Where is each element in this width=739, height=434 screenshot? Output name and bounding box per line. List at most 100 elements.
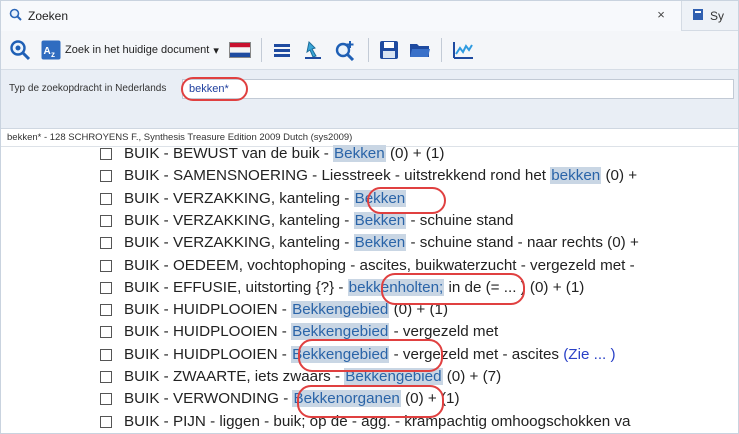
search-hit[interactable]: Bekken	[353, 234, 407, 252]
list-icon	[272, 40, 292, 60]
rubric-text: BUIK - BEWUST van de buik -	[124, 145, 334, 162]
list-item-text: BUIK - SAMENSNOERING - Liesstreek - uits…	[124, 165, 637, 187]
rubric-text: BUIK - HUIDPLOOIEN -	[124, 345, 292, 363]
save-button[interactable]	[379, 35, 399, 65]
search-hit[interactable]: Bekkenorganen	[292, 390, 401, 408]
list-item-text: BUIK - OEDEEM, vochtophoping - ascites, …	[124, 255, 635, 277]
list-item[interactable]: BUIK - VERWONDING - Bekkenorganen (0) + …	[1, 388, 738, 410]
tab-label: Zoeken	[28, 9, 69, 23]
rubric-text: BUIK - HUIDPLOOIEN -	[124, 301, 292, 319]
cross-reference-link[interactable]: (Zie ... )	[563, 346, 615, 363]
list-item[interactable]: BUIK - HUIDPLOOIEN - Bekkengebied - verg…	[1, 344, 738, 366]
search-hit[interactable]: bekkenholten;	[347, 278, 445, 296]
list-item[interactable]: BUIK - HUIDPLOOIEN - Bekkengebied - verg…	[1, 321, 738, 343]
search-in-document-button[interactable]: Az Zoek in het huidige document ▾	[41, 35, 219, 65]
language-button[interactable]	[228, 35, 251, 65]
list-item-text: BUIK - HUIDPLOOIEN - Bekkengebied - verg…	[124, 321, 498, 343]
search-in-document-label: Zoek in het huidige document	[65, 44, 210, 56]
rubric-suffix: (0) + (1)	[389, 301, 449, 319]
row-checkbox[interactable]	[100, 192, 112, 205]
search-hit[interactable]: Bekken	[353, 189, 407, 207]
search-icon	[9, 8, 22, 24]
row-checkbox[interactable]	[100, 237, 112, 250]
chevron-down-icon[interactable]: ▾	[213, 44, 219, 57]
rubric-suffix: (0) + (1)	[385, 145, 445, 162]
search-input[interactable]: bekken*	[182, 79, 734, 99]
search-hit[interactable]: Bekkengebied	[291, 345, 390, 363]
zoom-add-icon	[334, 39, 358, 61]
rubric-text: BUIK - VERZAKKING, kanteling -	[124, 211, 354, 229]
row-checkbox[interactable]	[100, 393, 112, 406]
tab-zoeken[interactable]: Zoeken ×	[1, 1, 681, 31]
rubric-text: BUIK - VERWONDING -	[124, 390, 293, 408]
list-item-text: BUIK - HUIDPLOOIEN - Bekkengebied - verg…	[124, 344, 616, 366]
list-item[interactable]: BUIK - SAMENSNOERING - Liesstreek - uits…	[1, 165, 738, 187]
row-checkbox[interactable]	[100, 371, 112, 383]
result-list: BUIK - BEWUST van de buik - Bekken (0) +…	[1, 143, 738, 433]
list-item[interactable]: BUIK - EFFUSIE, uitstorting {?} - bekken…	[1, 277, 738, 299]
rubric-text: BUIK - VERZAKKING, kanteling -	[124, 234, 354, 252]
row-checkbox[interactable]	[100, 415, 112, 428]
search-hit[interactable]: Bekken	[353, 211, 407, 229]
list-item-text: BUIK - BEWUST van de buik - Bekken (0) +…	[124, 143, 444, 165]
zoom-add-button[interactable]	[334, 35, 358, 65]
row-checkbox[interactable]	[100, 281, 112, 294]
row-checkbox[interactable]	[100, 170, 112, 183]
rubric-text: BUIK - SAMENSNOERING - Liesstreek - uits…	[124, 167, 551, 185]
list-item[interactable]: BUIK - BEWUST van de buik - Bekken (0) +…	[1, 143, 738, 165]
search-hit[interactable]: bekken	[550, 167, 602, 185]
list-item-text: BUIK - VERZAKKING, kanteling - Bekken	[124, 188, 407, 210]
rubric-suffix: (0) + (7)	[442, 368, 502, 385]
search-hit[interactable]: Bekkengebied	[344, 368, 443, 385]
tab-synthesis[interactable]: Sy	[681, 1, 738, 31]
close-icon[interactable]: ×	[654, 8, 668, 22]
list-item[interactable]: BUIK - ZWAARTE, iets zwaars - Bekkengebi…	[1, 366, 738, 388]
tab-bar: Zoeken × Sy	[1, 1, 738, 31]
list-button[interactable]	[272, 35, 292, 65]
row-checkbox[interactable]	[100, 214, 112, 227]
list-item[interactable]: BUIK - VERZAKKING, kanteling - Bekken - …	[1, 232, 738, 254]
rubric-suffix: - schuine stand - naar rechts (0) +	[406, 234, 639, 252]
search-window: Zoeken × Sy Az Zoek in het huidige docum…	[0, 0, 739, 434]
rubric-suffix: - vergezeld met - ascites	[389, 345, 564, 363]
list-item-text: BUIK - PIJN - liggen - buik; op de - agg…	[124, 411, 631, 433]
rubric-text: BUIK - VERZAKKING, kanteling -	[124, 189, 354, 207]
rubric-suffix: - vergezeld met	[389, 323, 499, 341]
save-icon	[379, 40, 399, 60]
search-icon	[9, 39, 31, 61]
rubric-suffix: (0) +	[601, 167, 638, 185]
chart-icon	[452, 40, 474, 60]
search-hit[interactable]: Bekkengebied	[291, 301, 390, 319]
list-item-text: BUIK - HUIDPLOOIEN - Bekkengebied (0) + …	[124, 299, 448, 321]
row-checkbox[interactable]	[100, 259, 112, 272]
chart-button[interactable]	[452, 35, 474, 65]
list-item[interactable]: BUIK - PIJN - liggen - buik; op de - agg…	[1, 411, 738, 433]
open-button[interactable]	[409, 35, 431, 65]
book-icon	[692, 8, 704, 24]
list-item-text: BUIK - ZWAARTE, iets zwaars - Bekkengebi…	[124, 366, 501, 388]
select-button[interactable]	[302, 35, 324, 65]
list-item[interactable]: BUIK - OEDEEM, vochtophoping - ascites, …	[1, 255, 738, 277]
search-prompt-label: Typ de zoekopdracht in Nederlands	[9, 83, 167, 94]
list-item[interactable]: BUIK - VERZAKKING, kanteling - Bekken	[1, 188, 738, 210]
list-item-text: BUIK - VERZAKKING, kanteling - Bekken - …	[124, 210, 513, 232]
search-hit[interactable]: Bekkengebied	[291, 323, 390, 341]
row-checkbox[interactable]	[100, 348, 112, 361]
rubric-text: BUIK - HUIDPLOOIEN -	[124, 323, 292, 341]
search-hit[interactable]: Bekken	[333, 145, 386, 162]
row-checkbox[interactable]	[100, 148, 112, 160]
list-item-text: BUIK - EFFUSIE, uitstorting {?} - bekken…	[124, 277, 584, 299]
list-item[interactable]: BUIK - HUIDPLOOIEN - Bekkengebied (0) + …	[1, 299, 738, 321]
rubric-suffix: in de (= ... ) (0) + (1)	[444, 278, 585, 296]
list-item[interactable]: BUIK - VERZAKKING, kanteling - Bekken - …	[1, 210, 738, 232]
hand-pointer-icon	[302, 39, 324, 61]
row-checkbox[interactable]	[100, 304, 112, 317]
folder-open-icon	[409, 40, 431, 60]
rubric-text: BUIK - OEDEEM, vochtophoping - ascites, …	[124, 256, 635, 274]
toolbar: Az Zoek in het huidige document ▾	[1, 31, 738, 69]
search-button[interactable]	[9, 35, 31, 65]
search-panel: Typ de zoekopdracht in Nederlands bekken…	[1, 69, 738, 129]
az-icon: Az	[41, 40, 61, 60]
rubric-suffix: (0) + (1)	[400, 390, 460, 408]
row-checkbox[interactable]	[100, 326, 112, 339]
